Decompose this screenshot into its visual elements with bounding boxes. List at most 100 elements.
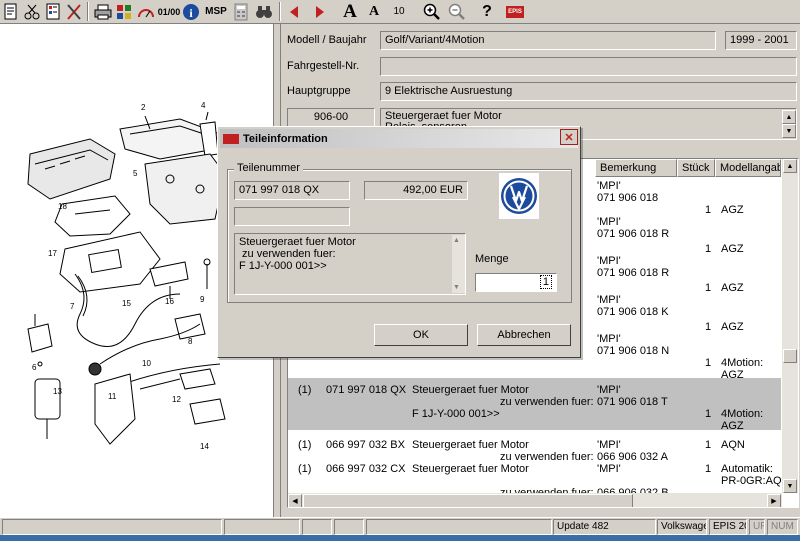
- description-cell: Steuergeraet fuer Motor: [412, 463, 529, 475]
- epis-logo-button[interactable]: EPIS: [504, 1, 526, 22]
- callout-label: 18: [58, 202, 67, 211]
- scroll-down-icon[interactable]: ▼: [783, 479, 797, 493]
- remark-cell: 'MPI': [597, 463, 621, 475]
- scroll-thumb[interactable]: [303, 494, 633, 507]
- model-cell: AGZ: [721, 321, 744, 333]
- callout-label: 14: [200, 442, 209, 451]
- quantity-cell: 1: [705, 357, 712, 369]
- scroll-down-icon[interactable]: ▼: [453, 284, 460, 291]
- status-panel: [334, 519, 364, 535]
- document-icon[interactable]: [1, 1, 21, 22]
- info-icon[interactable]: i: [181, 1, 201, 22]
- scroll-right-icon[interactable]: ▶: [767, 494, 781, 507]
- close-icon[interactable]: ✕: [560, 129, 578, 145]
- quantity-cell: 1: [705, 282, 712, 294]
- quantity-input[interactable]: 1: [475, 273, 557, 292]
- status-panel: [366, 519, 552, 535]
- ok-button[interactable]: OK: [374, 324, 468, 346]
- callout-label: 2: [141, 103, 146, 112]
- zoom-out-icon[interactable]: [446, 1, 468, 22]
- model-cell: AGZ: [721, 420, 744, 432]
- scroll-up-icon[interactable]: ▲: [782, 110, 796, 124]
- uf-status: UF: [749, 519, 765, 535]
- callout-label: 15: [122, 299, 131, 308]
- next-arrow-icon[interactable]: [310, 1, 330, 22]
- chassis-label: Fahrgestell-Nr.: [287, 60, 360, 72]
- price-field: 492,00 EUR: [364, 181, 468, 200]
- remark-cell: 'MPI': [597, 333, 621, 345]
- zoom-in-icon[interactable]: [421, 1, 443, 22]
- column-header-quantity[interactable]: Stück: [677, 159, 715, 177]
- remark-cell: 071 906 018 T: [597, 396, 668, 408]
- vw-logo-icon: [499, 173, 539, 219]
- column-header-model[interactable]: Modellangab: [715, 159, 781, 177]
- font-increase-icon[interactable]: A: [338, 1, 362, 22]
- column-header-remark[interactable]: Bemerkung: [595, 159, 677, 177]
- dialog-title-bar[interactable]: Teileinformation: [220, 129, 578, 148]
- scroll-up-icon[interactable]: ▲: [453, 237, 460, 244]
- callout-label: 13: [53, 387, 62, 396]
- remark-cell: 'MPI': [597, 439, 621, 451]
- dialog-title: Teileinformation: [243, 132, 328, 145]
- group-field: 9 Elektrische Ausruestung: [380, 82, 797, 101]
- help-icon[interactable]: ?: [477, 1, 497, 22]
- table-row-selected[interactable]: (1) 071 997 018 QX Steuergeraet fuer Mot…: [288, 378, 781, 432]
- description-scrollbar[interactable]: ▲ ▼: [452, 235, 465, 293]
- tools-icon[interactable]: [64, 1, 84, 22]
- callout-label: 7: [70, 302, 75, 311]
- color-grid-icon[interactable]: [114, 1, 134, 22]
- calculator-icon[interactable]: [231, 1, 251, 22]
- part-number-field: 071 997 018 QX: [234, 181, 350, 200]
- print-icon[interactable]: [93, 1, 113, 22]
- remark-cell: 'MPI': [597, 180, 621, 192]
- remark-cell: 'MPI': [597, 216, 621, 228]
- callout-label: 10: [142, 359, 151, 368]
- group-label: Teilenummer: [234, 162, 303, 174]
- callout-label: 17: [48, 249, 57, 258]
- model-cell: AGZ: [721, 204, 744, 216]
- callout-label: 6: [32, 363, 37, 372]
- update-status: Update 482: [553, 519, 656, 535]
- remark-cell: 'MPI': [597, 255, 621, 267]
- table-horizontal-scrollbar[interactable]: ◀ ▶: [288, 493, 782, 507]
- remark-cell: 071 906 018 R: [597, 267, 670, 279]
- quantity-cell: 1: [705, 408, 712, 420]
- description-cell: Steuergeraet fuer Motor: [412, 384, 529, 396]
- description-cell: Steuergeraet fuer Motor: [412, 439, 529, 451]
- scroll-down-icon[interactable]: ▼: [782, 124, 796, 138]
- model-label: Modell / Baujahr: [287, 34, 367, 46]
- binoculars-icon[interactable]: [253, 1, 275, 22]
- cancel-button[interactable]: Abbrechen: [477, 324, 571, 346]
- quantity-label: Menge: [475, 253, 509, 265]
- status-panel: [302, 519, 332, 535]
- font-decrease-icon[interactable]: A: [363, 1, 385, 22]
- font-size-value: 10: [393, 6, 405, 17]
- remark-cell: 066 906 032 A: [597, 451, 668, 463]
- part-number-cell: 066 997 032 CX: [326, 463, 406, 475]
- status-panel: [224, 519, 300, 535]
- position-cell: (1): [298, 463, 312, 475]
- epis-logo-icon: [223, 133, 239, 144]
- msp-button[interactable]: MSP: [203, 1, 229, 22]
- part-number-cell: 066 997 032 BX: [326, 439, 405, 451]
- subgroup-code-field: 906-00: [287, 108, 375, 127]
- mode-button[interactable]: 01/00: [158, 1, 181, 22]
- model-cell: AGZ: [721, 282, 744, 294]
- callout-label: 5: [133, 169, 138, 178]
- part-info-dialog: Teileinformation ✕ Teilenummer 071 997 0…: [217, 126, 581, 358]
- scroll-up-icon[interactable]: ▲: [783, 159, 797, 173]
- previous-arrow-icon[interactable]: [284, 1, 304, 22]
- callout-label: 8: [188, 337, 193, 346]
- gauge-icon[interactable]: [135, 1, 157, 22]
- scroll-left-icon[interactable]: ◀: [288, 494, 302, 507]
- model-cell: 4Motion:: [721, 408, 764, 420]
- scroll-thumb[interactable]: [783, 349, 797, 363]
- model-cell: AGZ: [721, 243, 744, 255]
- table-vertical-scrollbar[interactable]: ▲ ▼: [782, 159, 798, 493]
- scissors-icon[interactable]: [22, 1, 42, 22]
- group-label: Hauptgruppe: [287, 85, 351, 97]
- model-cell: AQN: [721, 439, 745, 451]
- quantity-value: 1: [539, 275, 552, 289]
- quantity-cell: 1: [705, 243, 712, 255]
- parts-list-icon[interactable]: [43, 1, 63, 22]
